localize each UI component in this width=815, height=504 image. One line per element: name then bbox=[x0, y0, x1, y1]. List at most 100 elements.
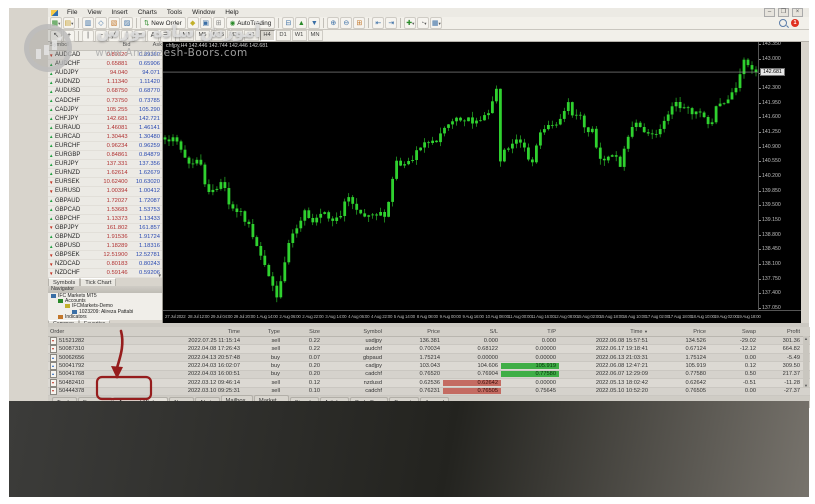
menu-tools[interactable]: Tools bbox=[162, 9, 187, 16]
notification-badge[interactable]: 1 bbox=[791, 19, 799, 27]
cascade-windows-icon[interactable]: ▲ bbox=[295, 17, 308, 29]
history-row-50041768[interactable]: 50041768 2022.04.03 16:00:51 buy 0.20 cadchf… bbox=[48, 370, 810, 380]
market-watch-row-gbpnzd[interactable]: ▲ GBPNZD 1.91536 1.91724 bbox=[48, 232, 162, 242]
market-watch-row-gbpjpy[interactable]: ▼ GBPJPY 161.802 161.857 bbox=[48, 223, 162, 233]
toolbox-icon[interactable]: ▨ bbox=[121, 17, 133, 29]
chart-shift-icon[interactable]: ⇥ bbox=[385, 17, 398, 29]
restore-button[interactable]: ❐ bbox=[778, 8, 789, 17]
column-bid[interactable]: Bid bbox=[93, 42, 130, 50]
column-symbol[interactable]: Symbol bbox=[48, 42, 93, 50]
horizontal-line-icon[interactable]: − bbox=[95, 29, 107, 42]
table-scrollbar[interactable]: ▲ ▼ bbox=[803, 336, 809, 388]
timeframe-m1[interactable]: M1 bbox=[179, 30, 194, 41]
data-window-icon[interactable]: ◇ bbox=[95, 17, 107, 29]
history-column-s-l[interactable]: S/L bbox=[443, 329, 501, 335]
market-watch-row-nzdcad[interactable]: ▼ NZDCAD 0.80183 0.80243 bbox=[48, 260, 162, 270]
market-watch-row-gbpaud[interactable]: ▲ GBPAUD 1.72027 1.72087 bbox=[48, 196, 162, 206]
market-watch-row-chfjpy[interactable]: ▲ CHFJPY 142.681 142.721 bbox=[48, 114, 162, 124]
scroll-to-end-icon[interactable]: ⇤ bbox=[372, 17, 385, 29]
time-axis[interactable]: 27 Jul 2022 28 Jul 12:00 29 Jul 04:00 29 Ju… bbox=[163, 310, 801, 324]
templates-icon[interactable]: ▦ ▾ bbox=[430, 17, 443, 29]
arrange-icon[interactable]: ▼ bbox=[308, 17, 321, 29]
history-column-symbol[interactable]: Symbol bbox=[323, 329, 385, 335]
market-watch-row-eurgbp[interactable]: ▲ EURGBP 0.84861 0.84879 bbox=[48, 151, 162, 161]
history-column-order[interactable]: Order bbox=[48, 329, 128, 335]
autotrading-button[interactable]: ◉ AutoTrading bbox=[225, 17, 276, 29]
column-ask[interactable]: Ask bbox=[131, 42, 162, 50]
history-row-50087310[interactable]: 50087310 2022.04.08 17:26:43 sell 0.22 audch… bbox=[48, 345, 810, 354]
market-watch-row-eurcad[interactable]: ▲ EURCAD 1.30443 1.30480 bbox=[48, 132, 162, 142]
close-button[interactable]: × bbox=[792, 8, 803, 17]
history-column-price[interactable]: Price bbox=[651, 329, 709, 335]
market-watch-row-gbpsek[interactable]: ▼ GBPSEK 12.51900 12.52781 bbox=[48, 251, 162, 261]
timeframe-h1[interactable]: H1 bbox=[243, 30, 259, 41]
fibonacci-icon[interactable]: ≡ bbox=[134, 29, 146, 42]
menu-charts[interactable]: Charts bbox=[133, 9, 162, 16]
market-watch-row-audnzd[interactable]: ▲ AUDNZD 1.11340 1.11420 bbox=[48, 78, 162, 88]
menu-view[interactable]: View bbox=[82, 9, 106, 16]
market-watch-row-gbpusd[interactable]: ▲ GBPUSD 1.18289 1.18316 bbox=[48, 241, 162, 252]
timeframe-m15[interactable]: M15 bbox=[211, 30, 227, 41]
zoom-in-icon[interactable]: ⊕ bbox=[327, 17, 340, 29]
price-axis[interactable]: 143.350143.000142.650142.300141.950141.6… bbox=[758, 41, 802, 311]
indicators-icon[interactable]: ✚ ▾ bbox=[404, 17, 417, 29]
history-column-profit[interactable]: Profit bbox=[759, 329, 803, 335]
market-watch-row-eurjpy[interactable]: ▲ EURJPY 137.331 137.356 bbox=[48, 160, 162, 170]
market-watch-row-eursek[interactable]: ▼ EURSEK 10.62400 10.63020 bbox=[48, 178, 162, 188]
timeframe-mn[interactable]: MN bbox=[307, 30, 323, 41]
market-watch-row-gbpchf[interactable]: ▲ GBPCHF 1.13373 1.13433 bbox=[48, 214, 162, 224]
scroll-down-icon[interactable]: ▼ bbox=[804, 383, 808, 388]
navigator-icon[interactable]: ▧ bbox=[108, 17, 120, 29]
market-watch-icon[interactable]: ▥ bbox=[82, 17, 94, 29]
chart-window[interactable]: chfjpy,H4 142.446 142.744 142.446 142.68… bbox=[163, 41, 802, 324]
market-watch-row-eurnzd[interactable]: ▲ EURNZD 1.62614 1.62679 bbox=[48, 169, 162, 179]
history-row-51521282[interactable]: 51521282 2022.07.25 11:15:14 sell 0.22 usdjp… bbox=[48, 336, 810, 346]
crosshair-icon[interactable]: + bbox=[63, 29, 75, 42]
search-icon[interactable] bbox=[779, 19, 787, 27]
market-watch-row-audusd[interactable]: ▲ AUDUSD 0.68750 0.68770 bbox=[48, 87, 162, 97]
market-watch-row-cadchf[interactable]: ▲ CADCHF 0.73750 0.73785 bbox=[48, 96, 162, 106]
timeframe-m5[interactable]: M5 bbox=[195, 30, 210, 41]
timeframe-d1[interactable]: D1 bbox=[275, 30, 291, 41]
tile-windows-icon[interactable]: ⊟ bbox=[282, 17, 295, 29]
auto-arrange-icon[interactable]: ⊞ bbox=[353, 17, 366, 29]
history-column-t-p[interactable]: T/P bbox=[501, 329, 559, 335]
market-watch-row-eurusd[interactable]: ▼ EURUSD 1.00394 1.00412 bbox=[48, 187, 162, 197]
menu-window[interactable]: Window bbox=[187, 9, 220, 16]
history-row-50482410[interactable]: 50482410 2022.03.12 09:46:14 sell 0.12 nzdus… bbox=[48, 378, 810, 388]
profiles-icon[interactable]: ▤ ▾ bbox=[63, 17, 75, 29]
minimize-button[interactable]: – bbox=[764, 8, 775, 17]
history-column-time[interactable]: Time bbox=[128, 329, 243, 335]
history-row-50041792[interactable]: 50041792 2022.04.03 16:02:07 buy 0.20 cadjpy… bbox=[48, 362, 810, 371]
menu-file[interactable]: File bbox=[62, 9, 82, 16]
history-column-swap[interactable]: Swap bbox=[709, 329, 759, 335]
arrows-icon[interactable]: ☰ bbox=[160, 29, 172, 42]
timeframe-w1[interactable]: W1 bbox=[291, 30, 307, 41]
scroll-down-icon[interactable]: ▼ bbox=[158, 273, 162, 278]
history-row-50444378[interactable]: 50444378 2022.03.10 09:25:31 sell 0.10 cadch… bbox=[48, 387, 810, 397]
new-chart-icon[interactable]: ▦ ▾ bbox=[50, 17, 62, 29]
timeframe-h4[interactable]: H4 bbox=[259, 30, 275, 41]
market-watch-row-gbpcad[interactable]: ▲ GBPCAD 1.53683 1.53753 bbox=[48, 205, 162, 215]
market-watch-row-audcad[interactable]: ▼ AUDCAD 0.89320 0.89360 bbox=[48, 51, 162, 61]
history-column-price[interactable]: Price bbox=[385, 329, 443, 335]
menu-help[interactable]: Help bbox=[220, 9, 243, 16]
text-icon[interactable]: A bbox=[147, 29, 159, 42]
periods-icon[interactable]: ◔ ▾ bbox=[417, 17, 430, 29]
market-watch-row-euraud[interactable]: ▲ EURAUD 1.46081 1.46141 bbox=[48, 123, 162, 133]
new-order-button[interactable]: ⇅ New Order bbox=[140, 17, 186, 29]
history-column-time[interactable]: Time ▼ bbox=[559, 329, 651, 335]
trendline-icon[interactable]: ╱ bbox=[108, 29, 120, 42]
market-watch-row-audjpy[interactable]: ▲ AUDJPY 94.040 94.071 bbox=[48, 69, 162, 79]
metaeditor-icon[interactable]: ◆ bbox=[186, 17, 199, 29]
scroll-up-icon[interactable]: ▲ bbox=[804, 336, 808, 341]
history-row-50062656[interactable]: 50062656 2022.04.13 20:57:48 buy 0.07 gbpaud… bbox=[48, 353, 810, 363]
chart-plot-area[interactable] bbox=[163, 42, 758, 310]
market-watch-row-eurchf[interactable]: ▲ EURCHF 0.96234 0.96259 bbox=[48, 141, 162, 152]
vertical-line-icon[interactable]: | bbox=[82, 29, 94, 42]
menu-insert[interactable]: Insert bbox=[106, 9, 132, 16]
market-watch-row-audchf[interactable]: ▲ AUDCHF 0.65881 0.65906 bbox=[48, 60, 162, 70]
market-watch-row-nzdchf[interactable]: ▼ NZDCHF 0.59146 0.59206 bbox=[48, 269, 162, 278]
timeframe-m30[interactable]: M30 bbox=[227, 30, 243, 41]
market-watch-row-cadjpy[interactable]: ▲ CADJPY 105.255 105.290 bbox=[48, 105, 162, 115]
